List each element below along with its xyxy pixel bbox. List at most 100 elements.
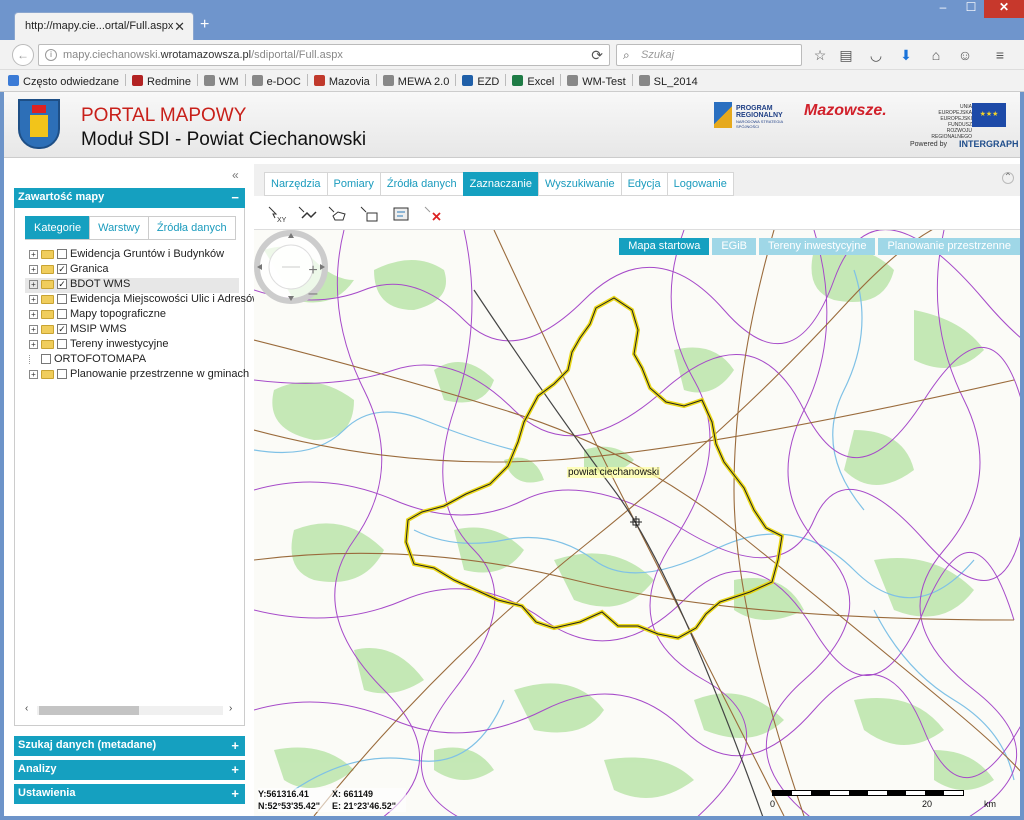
main-tab-1[interactable]: Pomiary <box>326 172 381 196</box>
accordion-1[interactable]: Analizy + <box>14 760 245 780</box>
expand-icon[interactable]: + <box>29 264 38 274</box>
layer-tree-item[interactable]: + ✓ MSIP WMS <box>25 323 239 338</box>
expand-icon[interactable]: + <box>29 324 38 334</box>
select-line-icon[interactable] <box>296 204 318 224</box>
collapse-panel-icon[interactable]: − <box>231 190 239 205</box>
main-tab-2[interactable]: Źródła danych <box>379 172 464 196</box>
powered-by-label: Powered by <box>910 141 947 148</box>
svg-text:XY: XY <box>277 217 287 224</box>
map-contents-header[interactable]: Zawartość mapy − <box>14 188 245 208</box>
bookmark-item[interactable]: SL_2014 <box>638 75 698 88</box>
bookmark-icon <box>382 75 394 86</box>
zoom-out-button[interactable]: – <box>305 286 321 303</box>
expand-icon[interactable]: + <box>29 309 38 319</box>
portal-page: PORTAL MAPOWY Moduł SDI - Powiat Ciechan… <box>4 92 1020 816</box>
layer-checkbox[interactable] <box>57 309 67 320</box>
smiley-icon[interactable]: ☺ <box>955 46 975 66</box>
expand-icon[interactable]: + <box>29 294 38 304</box>
horizontal-scrollbar[interactable]: ‹ › <box>23 703 237 716</box>
main-tab-5[interactable]: Edycja <box>620 172 668 196</box>
subtab-2[interactable]: Źródła danych <box>147 216 236 240</box>
map-view-button-2[interactable]: Tereny inwestycyjne <box>759 238 876 255</box>
subtab-1[interactable]: Warstwy <box>89 216 149 240</box>
collapse-toolbar-icon[interactable]: ⌃ <box>1002 172 1014 184</box>
reload-icon[interactable]: ⟳ <box>591 47 603 64</box>
browser-tab[interactable]: http://mapy.cie...ortal/Full.aspx ✕ <box>14 12 194 40</box>
download-icon[interactable]: ⬇ <box>896 46 916 66</box>
expand-icon[interactable]: + <box>231 762 239 777</box>
info-icon[interactable]: i <box>45 49 57 61</box>
map-view-button-3[interactable]: Planowanie przestrzenne <box>878 238 1020 255</box>
minimize-icon[interactable]: ‒ <box>930 0 956 18</box>
new-tab-icon[interactable]: + <box>200 16 209 34</box>
main-tab-3[interactable]: Zaznaczanie <box>462 172 539 196</box>
map-canvas[interactable]: Mapa startowa EGiB Tereny inwestycyjne Plan… <box>254 230 1020 816</box>
layer-checkbox[interactable]: ✓ <box>57 279 67 290</box>
expand-icon[interactable]: + <box>29 279 38 289</box>
maximize-icon[interactable]: ☐ <box>958 0 984 18</box>
layer-checkbox[interactable] <box>57 294 67 305</box>
layer-tree-item[interactable]: ORTOFOTOMAPA <box>25 353 239 368</box>
scrollbar-thumb[interactable] <box>39 706 139 715</box>
menu-icon[interactable]: ≡ <box>990 46 1010 66</box>
url-bar[interactable]: i mapy.ciechanowski.wrotamazowsza.pl/sdi… <box>38 44 610 66</box>
select-rectangle-icon[interactable] <box>358 204 380 224</box>
select-xy-icon[interactable]: XY <box>266 204 288 224</box>
scroll-left-icon[interactable]: ‹ <box>25 703 28 714</box>
bookmark-item[interactable]: Excel <box>512 75 554 88</box>
layer-tree-item[interactable]: + Planowanie przestrzenne w gminach <box>25 368 249 383</box>
bookmark-item[interactable]: Mazovia <box>313 75 370 88</box>
expand-icon[interactable]: + <box>29 249 38 259</box>
home-icon[interactable]: ⌂ <box>926 46 946 66</box>
collapse-left-panel-icon[interactable]: « <box>232 168 239 182</box>
back-button[interactable]: ← <box>12 44 34 66</box>
layer-tree-item[interactable]: + Tereny inwestycyjne <box>25 338 239 353</box>
expand-icon[interactable]: + <box>231 738 239 753</box>
bookmark-star-icon[interactable]: ☆ <box>810 46 830 66</box>
layer-tree-item[interactable]: + Ewidencja Gruntów i Budynków <box>25 248 239 263</box>
layer-checkbox[interactable]: ✓ <box>57 324 67 335</box>
bookmark-item[interactable]: Redmine <box>132 75 191 88</box>
main-tab-4[interactable]: Wyszukiwanie <box>537 172 622 196</box>
reading-list-icon[interactable]: ▤ <box>836 46 856 66</box>
bookmark-item[interactable]: e-DOC <box>251 75 301 88</box>
map-view-button-0[interactable]: Mapa startowa <box>619 238 710 255</box>
select-layer-icon[interactable] <box>390 204 412 224</box>
layer-tree-item[interactable]: + ✓ BDOT WMS <box>25 278 239 293</box>
search-input[interactable]: ⌕ Szukaj <box>616 44 802 66</box>
layer-checkbox[interactable] <box>57 369 67 380</box>
scroll-right-icon[interactable]: › <box>229 703 232 714</box>
coord-n: N:52°53'35.42" <box>258 801 321 811</box>
url-domain: wrotamazowsza.pl <box>160 49 252 61</box>
expand-icon[interactable]: + <box>29 339 38 349</box>
bookmark-item[interactable]: MEWA 2.0 <box>382 75 449 88</box>
layer-checkbox[interactable]: ✓ <box>57 264 67 275</box>
accordion-0[interactable]: Szukaj danych (metadane) + <box>14 736 245 756</box>
bookmark-item[interactable]: WM-Test <box>567 75 626 88</box>
layer-checkbox[interactable] <box>41 354 51 365</box>
subtab-0[interactable]: Kategorie <box>25 216 91 240</box>
bookmark-item[interactable]: WM <box>204 75 239 88</box>
accordion-label: Analizy <box>18 763 57 775</box>
bookmark-item[interactable]: EZD <box>462 75 499 88</box>
folder-icon <box>41 324 54 334</box>
layer-checkbox[interactable] <box>57 249 67 260</box>
layer-checkbox[interactable] <box>57 339 67 350</box>
layer-tree-item[interactable]: + Ewidencja Miejscowości Ulic i Adresów <box>25 293 260 308</box>
bookmark-item[interactable]: Często odwiedzane <box>8 75 119 88</box>
close-window-icon[interactable]: ✕ <box>984 0 1024 18</box>
accordion-2[interactable]: Ustawienia + <box>14 784 245 804</box>
close-tab-icon[interactable]: ✕ <box>174 19 185 35</box>
layer-tree-item[interactable]: + Mapy topograficzne <box>25 308 239 323</box>
layer-tree-item[interactable]: + ✓ Granica <box>25 263 239 278</box>
select-polygon-icon[interactable] <box>326 204 348 224</box>
clear-selection-icon[interactable] <box>422 204 444 224</box>
map-view-button-1[interactable]: EGiB <box>712 238 757 255</box>
expand-icon[interactable]: + <box>231 786 239 801</box>
zoom-in-button[interactable]: + <box>305 263 321 280</box>
expand-icon[interactable]: + <box>29 369 38 379</box>
layer-label: Mapy topograficzne <box>70 308 166 321</box>
main-tab-6[interactable]: Logowanie <box>666 172 734 196</box>
pocket-icon[interactable]: ◡ <box>866 46 886 66</box>
main-tab-0[interactable]: Narzędzia <box>264 172 328 196</box>
